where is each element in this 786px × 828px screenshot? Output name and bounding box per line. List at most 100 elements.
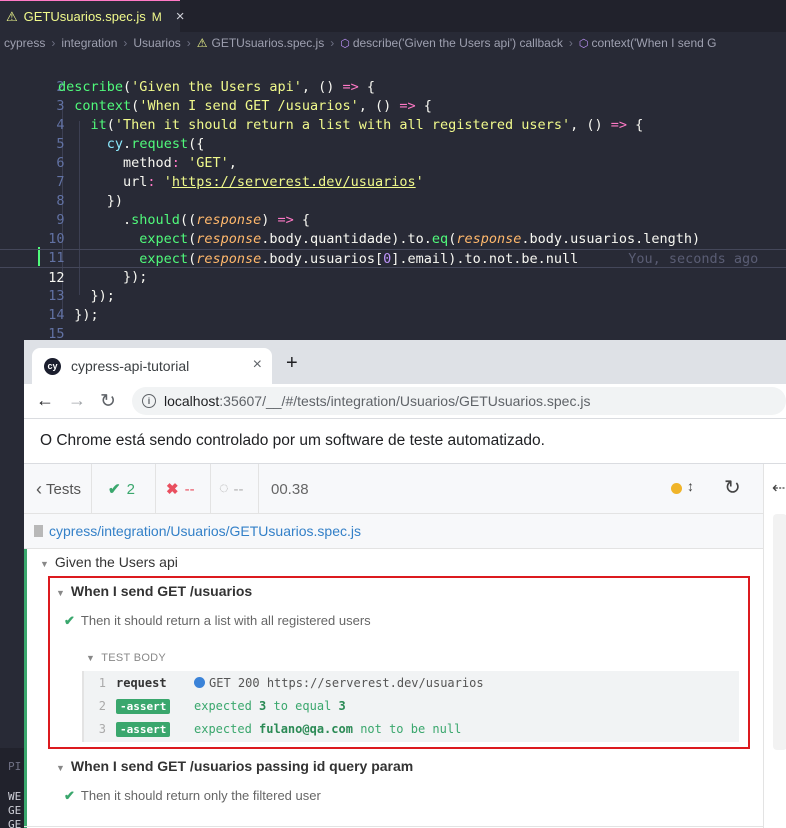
browser-tab[interactable]: cy cypress-api-tutorial × [32, 348, 272, 384]
assert-op: to equal [273, 698, 332, 713]
flask-icon: ⚠ [196, 36, 208, 50]
arrow-left-icon[interactable]: ⇠ [772, 478, 785, 498]
chrome-window: cy cypress-api-tutorial × + ← → ↻ i loca… [24, 340, 786, 828]
check-icon: ✔ [64, 613, 75, 628]
divider [24, 826, 763, 827]
code-line-active: 12 expect(response.body.usuarios[0].emai… [0, 249, 786, 286]
assert-actual: fulano@qa.com [259, 721, 353, 736]
test-title[interactable]: ✔ Then it should return only the filtered… [64, 788, 321, 804]
context-title[interactable]: ▼ When I send GET /usuarios [56, 583, 252, 599]
command-number: 1 [98, 675, 106, 690]
suite-pass-indicator [24, 549, 27, 828]
automation-infobar: O Chrome está sendo controlado por um so… [24, 418, 786, 464]
context-title[interactable]: ▼ When I send GET /usuarios passing id qu… [56, 758, 413, 774]
chevron-right-icon: › [568, 36, 573, 50]
request-method-status: GET 200 [209, 675, 260, 690]
command-row[interactable]: 2 -assert expected 3 to equal 3 [84, 694, 739, 717]
breadcrumb: cypress › integration › Usuarios › ⚠ GETUsua… [0, 32, 786, 54]
chevron-right-icon: › [123, 36, 128, 50]
spec-path-link[interactable]: cypress/integration/Usuarios/GETUsuarios… [49, 523, 361, 539]
breadcrumb-item[interactable]: describe('Given the Users api') callback [353, 36, 563, 50]
breadcrumb-item[interactable]: GETUsuarios.spec.js [212, 36, 325, 50]
assert-pre: expected [194, 721, 252, 736]
forward-button[interactable]: → [68, 390, 86, 411]
request-status-dot [194, 677, 205, 688]
editor-tab-bar: ⚠ GETUsuarios.spec.js M × [0, 0, 786, 32]
code-line: 6 cy.request({ [0, 135, 786, 171]
url-host: localhost [164, 393, 220, 409]
assert-message: expected 3 to equal 3 [194, 699, 346, 713]
assert-badge: -assert [116, 721, 194, 737]
command-row[interactable]: 1 request GET 200 https://serverest.dev/… [84, 671, 739, 694]
auto-scroll-icon[interactable]: ↕ [687, 478, 694, 494]
code-line: 10 .should((response) => { [0, 211, 786, 247]
file-icon [34, 525, 43, 537]
command-number: 2 [98, 698, 106, 713]
command-message: GET 200 https://serverest.dev/usuarios [209, 676, 484, 690]
code-editor[interactable]: 2 3 describe('Given the Users api', () =>… [0, 54, 786, 346]
code-line: 15 }); [0, 306, 786, 342]
spec-file-bar[interactable]: cypress/integration/Usuarios/GETUsuarios… [24, 514, 763, 549]
test-body-label[interactable]: ▼ TEST BODY [86, 652, 166, 664]
info-icon[interactable]: i [142, 394, 156, 408]
panel-text: GE [8, 818, 22, 828]
breadcrumb-item[interactable]: cypress [4, 36, 45, 50]
command-row[interactable]: 3 -assert expected fulano@qa.com not to … [84, 717, 739, 740]
code-line: 3 describe('Given the Users api', () => { [0, 78, 786, 114]
aut-preview-pane: ⇠ [763, 464, 786, 828]
close-icon[interactable]: × [176, 8, 185, 25]
code-line: 8 url: 'https://serverest.dev/usuarios' [0, 173, 786, 209]
aut-iframe [773, 514, 786, 750]
address-bar[interactable]: i localhost:35607/__/#/tests/integration… [132, 387, 786, 415]
code-line: 11 expect(response.body.quantidade).to.e… [0, 230, 786, 266]
check-icon: ✔ [64, 788, 75, 803]
infobar-message: O Chrome está sendo controlado por um so… [40, 432, 545, 449]
breadcrumb-item[interactable]: Usuarios [133, 36, 180, 50]
tests-button[interactable]: ‹ Tests [24, 464, 92, 514]
failed-value: -- [184, 480, 195, 498]
code-line: 5 it('Then it should return a list with … [0, 116, 786, 152]
editor-tab[interactable]: ⚠ GETUsuarios.spec.js M × [0, 0, 185, 32]
back-button[interactable]: ← [36, 390, 54, 411]
cypress-logo-icon: cy [44, 357, 61, 375]
code-line: 7 method: 'GET', [0, 154, 786, 190]
code-line: 14 }); [0, 287, 786, 323]
caret-down-icon: ▼ [56, 588, 65, 598]
runner-header: ‹ Tests ✔ 2 ✖ -- ◌ -- 00.38 ↕ ↻ [24, 464, 763, 514]
passed-value: 2 [126, 480, 135, 498]
command-number: 3 [98, 721, 106, 736]
reload-button[interactable]: ↻ [100, 390, 116, 413]
failed-count: ✖ -- [156, 464, 211, 514]
flask-icon: ⚠ [6, 8, 18, 24]
chevron-right-icon: › [186, 36, 191, 50]
pending-value: -- [233, 480, 244, 498]
chevron-right-icon: › [330, 36, 335, 50]
assert-op: not to be null [360, 721, 462, 736]
context-title-text: When I send GET /usuarios [70, 583, 253, 599]
breadcrumb-item[interactable]: integration [61, 36, 117, 50]
code-line: 13 }); [0, 268, 786, 304]
code-line: 4 context('When I send GET /usuarios', (… [0, 97, 786, 133]
restart-button[interactable]: ↻ [724, 475, 741, 500]
test-reporter: ▼ Given the Users api ▼ When I send GET /u… [24, 549, 763, 828]
chevron-left-icon: ‹ [36, 478, 42, 499]
request-url: https://serverest.dev/usuarios [266, 675, 484, 690]
caret-down-icon: ▼ [40, 559, 49, 569]
assert-badge-text: -assert [116, 721, 171, 737]
close-icon[interactable]: × [253, 356, 262, 374]
assert-actual: 3 [259, 698, 267, 713]
duration-value: 00.38 [271, 480, 309, 498]
test-title[interactable]: ✔ Then it should return a list with all r… [64, 613, 371, 629]
running-status-dot [671, 483, 682, 494]
x-icon: ✖ [166, 481, 179, 498]
duration: 00.38 [259, 464, 329, 514]
context-title-text: When I send GET /usuarios passing id que… [70, 758, 414, 774]
git-blame-annotation: You, seconds ago [628, 251, 759, 267]
new-tab-button[interactable]: + [286, 352, 298, 375]
chevron-right-icon: › [51, 36, 56, 50]
browser-toolbar: ← → ↻ i localhost:35607/__/#/tests/integ… [24, 384, 786, 418]
panel-text: PI [8, 760, 22, 773]
suite-title[interactable]: ▼ Given the Users api [40, 554, 178, 570]
panel-text: GE [8, 804, 22, 817]
breadcrumb-item[interactable]: context('When I send G [591, 36, 716, 50]
